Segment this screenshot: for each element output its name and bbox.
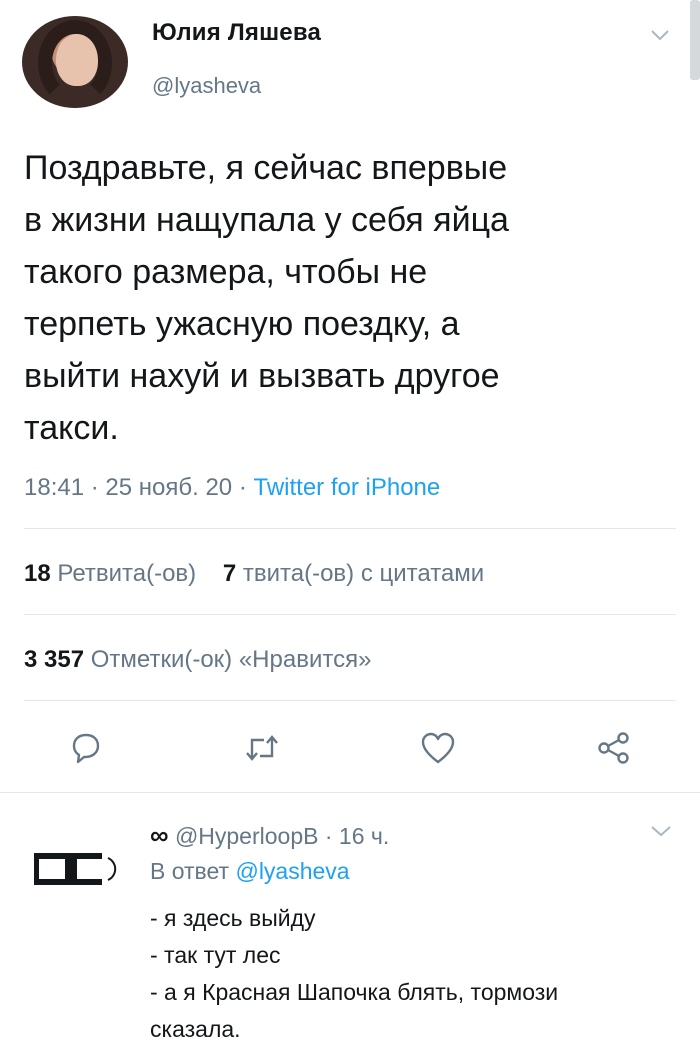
reply-handle[interactable]: @HyperloopB bbox=[175, 823, 319, 849]
scrollbar[interactable] bbox=[690, 0, 700, 80]
reply-text: - я здесь выйду - так тут лес - а я Крас… bbox=[150, 905, 559, 1042]
reply-display-name[interactable]: ∞ bbox=[150, 820, 169, 850]
divider bbox=[24, 614, 676, 615]
retweets-count: 18 bbox=[24, 560, 51, 587]
section-divider bbox=[0, 792, 700, 807]
reply-time: 16 ч. bbox=[338, 823, 390, 849]
likes-label: Отметки(-ок) «Нравится» bbox=[90, 646, 372, 673]
share-icon[interactable] bbox=[594, 728, 634, 768]
retweets-label: Ретвита(-ов) bbox=[57, 560, 197, 587]
author-name[interactable]: Юлия Ляшева bbox=[152, 19, 321, 47]
chevron-down-icon[interactable] bbox=[650, 820, 672, 842]
meta-separator: · bbox=[90, 474, 99, 501]
likes-stats[interactable]: 3 357 Отметки(-ок) «Нравится» bbox=[24, 646, 371, 674]
quotes-count: 7 bbox=[222, 560, 237, 587]
heart-icon[interactable] bbox=[418, 728, 458, 768]
reply-to-line: В ответ @lyasheva bbox=[150, 858, 350, 885]
reply-icon[interactable] bbox=[66, 728, 106, 768]
logo-icon[interactable] bbox=[33, 852, 120, 886]
meta-separator: · bbox=[238, 474, 247, 501]
divider bbox=[24, 528, 676, 529]
retweet-stats[interactable]: 18 Ретвита(-ов) 7 твита(-ов) с цитатами bbox=[24, 560, 484, 588]
tweet-text: Поздравьте, я сейчас впервые в жизни нащ… bbox=[24, 149, 509, 447]
avatar-face bbox=[56, 34, 98, 86]
reply-header: ∞ @HyperloopB · 16 ч. bbox=[150, 820, 389, 851]
tweet-date: 25 нояб. 20 bbox=[105, 474, 233, 501]
likes-count: 3 357 bbox=[24, 646, 85, 673]
author-handle[interactable]: @lyasheva bbox=[152, 73, 261, 99]
author-avatar[interactable] bbox=[22, 16, 128, 108]
tweet-meta: 18:41 · 25 нояб. 20 · Twitter for iPhone bbox=[24, 474, 440, 502]
divider bbox=[24, 700, 676, 701]
reply-to-mention[interactable]: @lyasheva bbox=[235, 858, 349, 884]
retweet-icon[interactable] bbox=[242, 728, 282, 768]
tweet-time: 18:41 bbox=[24, 474, 85, 501]
quotes-label: твита(-ов) с цитатами bbox=[242, 560, 485, 587]
tweet-source-link[interactable]: Twitter for iPhone bbox=[254, 474, 441, 501]
chevron-down-icon[interactable] bbox=[650, 25, 670, 45]
reply-separator: · bbox=[324, 823, 333, 849]
reply-to-label: В ответ bbox=[150, 858, 230, 884]
